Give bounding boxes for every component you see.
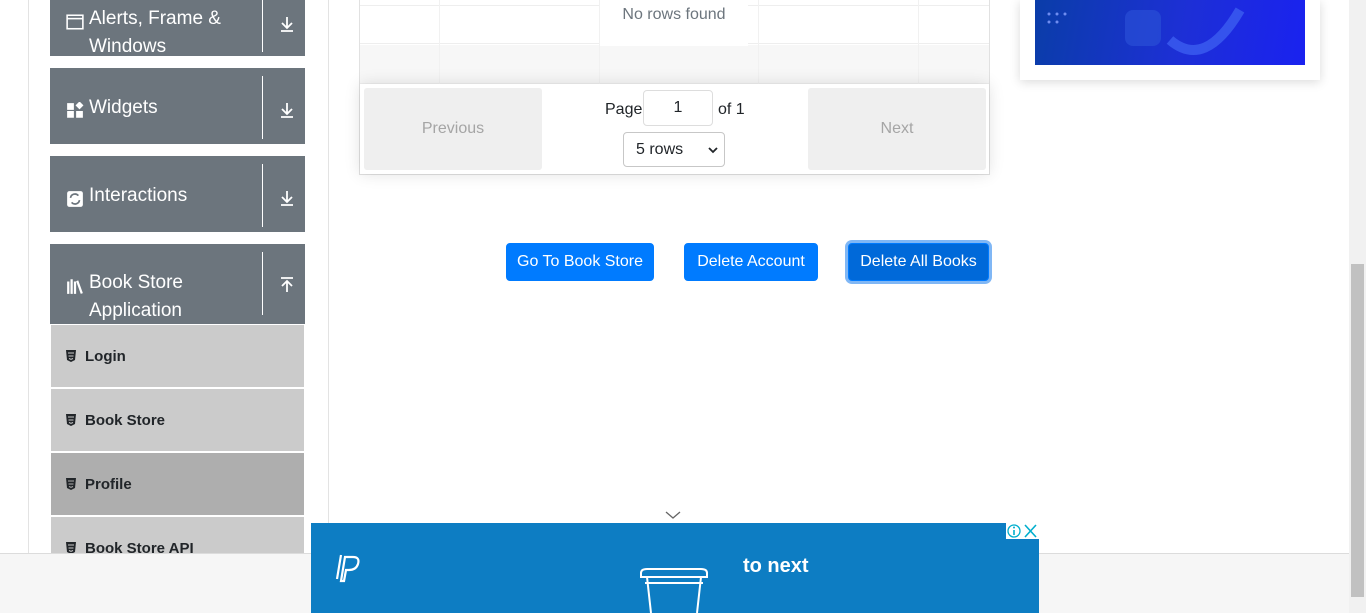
html5-icon [66, 478, 76, 490]
close-icon[interactable] [1022, 523, 1039, 539]
no-rows-message: No rows found [600, 0, 748, 46]
group-separator [262, 252, 263, 315]
window-icon [66, 14, 84, 30]
sidebar-item-profile[interactable]: Profile [51, 453, 304, 515]
sidebar-group-alerts-frame-windows[interactable]: Alerts, Frame & Windows [50, 0, 305, 60]
group-separator [262, 164, 263, 227]
page-total-label: of 1 [718, 101, 745, 118]
pagination-bar: Previous Page 1 of 1 5 rows Next [360, 84, 989, 174]
info-icon[interactable] [1006, 523, 1022, 539]
scrollbar-thumb[interactable] [1351, 264, 1364, 597]
table-row [360, 45, 989, 84]
chevron-down-icon [708, 147, 718, 154]
books-table: No rows found Previous Page 1 of 1 5 row… [359, 0, 990, 175]
rows-per-page-value: 5 rows [636, 141, 684, 158]
page-number-input[interactable]: 1 [643, 90, 713, 126]
group-label-line2: Windows [89, 36, 167, 57]
arrow-down-icon[interactable] [277, 188, 297, 208]
table-column-divider [918, 0, 919, 84]
previous-button[interactable]: Previous [364, 88, 542, 170]
delete-account-button[interactable]: Delete Account [684, 243, 818, 281]
cup-icon [640, 568, 708, 613]
html5-icon [66, 350, 76, 362]
arrow-down-icon[interactable] [277, 14, 297, 34]
table-column-divider [439, 0, 440, 84]
paypal-icon [335, 554, 360, 583]
rows-per-page-select[interactable]: 5 rows [623, 132, 725, 167]
group-separator [262, 76, 263, 139]
group-label-line1: Alerts, Frame & [89, 8, 221, 29]
sidebar-item-label: Book Store [85, 411, 166, 429]
next-button[interactable]: Next [808, 88, 986, 170]
sidebar-border-left [28, 0, 29, 553]
sidebar-item-label: Login [85, 347, 126, 365]
sidebar-group-label: Book Store Application [89, 269, 183, 325]
html5-icon [66, 414, 76, 426]
delete-all-books-button[interactable]: Delete All Books [848, 243, 989, 281]
ad-graphic-icon [1047, 7, 1245, 55]
go-to-book-store-button[interactable]: Go To Book Store [506, 243, 654, 281]
sidebar-group-label: Widgets [89, 97, 158, 118]
side-ad-card[interactable] [1020, 0, 1320, 80]
widgets-icon [67, 102, 84, 118]
sidebar-group-label: Alerts, Frame & Windows [89, 5, 221, 61]
chevron-down-icon[interactable] [665, 510, 681, 520]
table-column-divider [758, 0, 759, 84]
group-label-line2: Application [89, 300, 182, 321]
library-icon [67, 279, 83, 294]
page-label: Page [605, 101, 643, 118]
ad-image [1035, 0, 1305, 65]
sidebar-border-right [328, 0, 329, 553]
sidebar-item-book-store-api[interactable]: Book Store API [51, 517, 304, 557]
sidebar-group-interactions[interactable]: Interactions [50, 156, 305, 236]
sidebar-item-book-store[interactable]: Book Store [51, 389, 304, 451]
sidebar-item-label: Profile [85, 475, 132, 493]
sidebar-item-login[interactable]: Login [51, 325, 304, 387]
ad-banner-text: to next [743, 555, 809, 577]
ad-banner[interactable]: to next [311, 523, 1039, 613]
arrow-down-icon[interactable] [277, 100, 297, 120]
sidebar-group-label: Interactions [89, 185, 188, 206]
interactions-icon [67, 191, 83, 207]
group-label-line1: Book Store [89, 272, 183, 293]
sidebar-group-book-store-application[interactable]: Book Store Application [50, 244, 305, 324]
arrow-up-icon[interactable] [277, 276, 297, 296]
sidebar-group-widgets[interactable]: Widgets [50, 68, 305, 148]
group-separator [262, 0, 263, 52]
